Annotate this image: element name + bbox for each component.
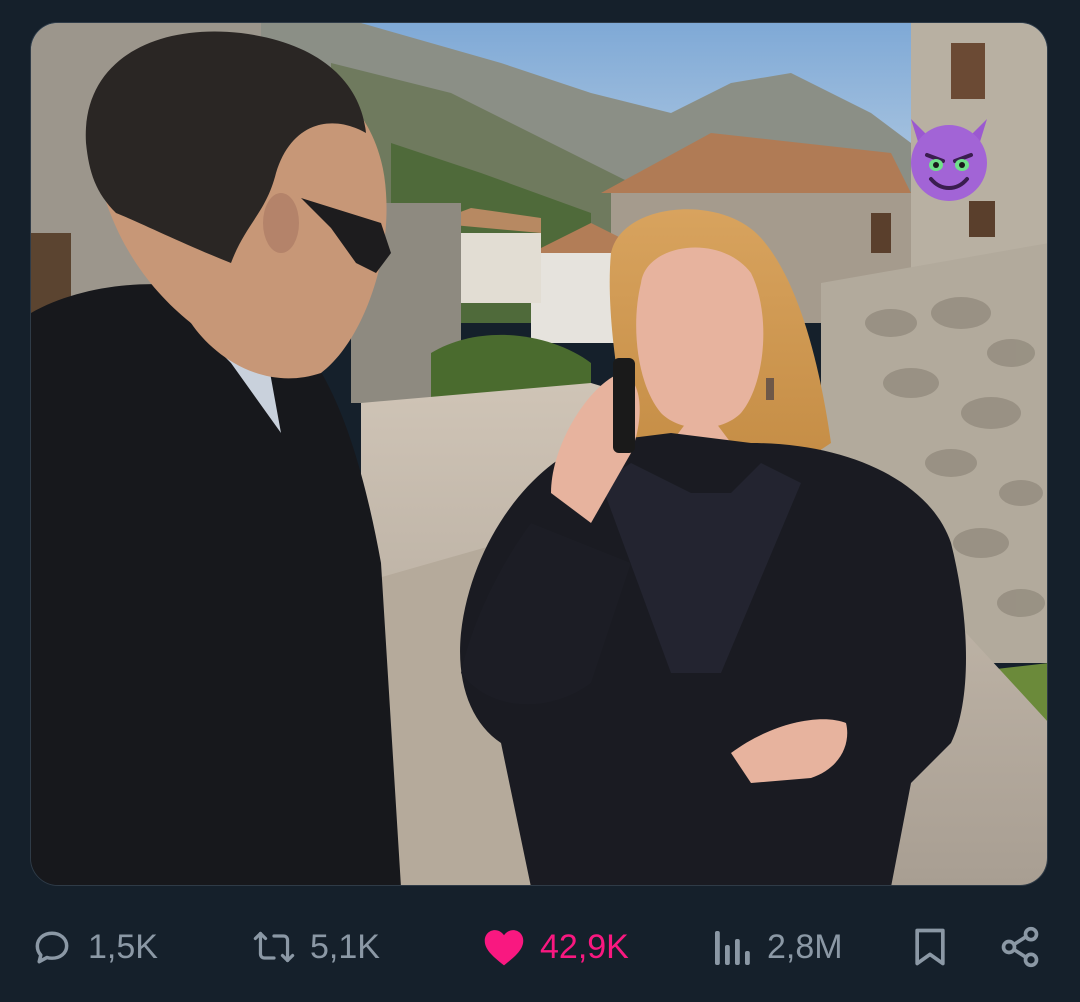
photo-illustration [31,23,1047,885]
reply-icon [30,925,74,969]
tweet-action-bar: 1,5K 5,1K 42,9K 2,8M [0,912,1080,982]
share-button[interactable] [998,912,1042,982]
like-button[interactable]: 42,9K [482,912,629,982]
tweet-frame: 1,5K 5,1K 42,9K 2,8M [0,0,1080,1002]
retweet-count: 5,1K [310,927,380,966]
reply-button[interactable]: 1,5K [30,912,158,982]
smiling-face-with-horns-icon [901,111,997,207]
tweet-photo[interactable] [30,22,1048,886]
retweet-button[interactable]: 5,1K [252,912,380,982]
views-count: 2,8M [767,927,843,966]
reply-count: 1,5K [88,927,158,966]
heart-icon [482,925,526,969]
bookmark-icon [908,925,952,969]
views-button[interactable]: 2,8M [709,912,843,982]
views-icon [709,925,753,969]
retweet-icon [252,925,296,969]
bookmark-button[interactable] [908,912,952,982]
share-icon [998,925,1042,969]
like-count: 42,9K [540,927,629,966]
